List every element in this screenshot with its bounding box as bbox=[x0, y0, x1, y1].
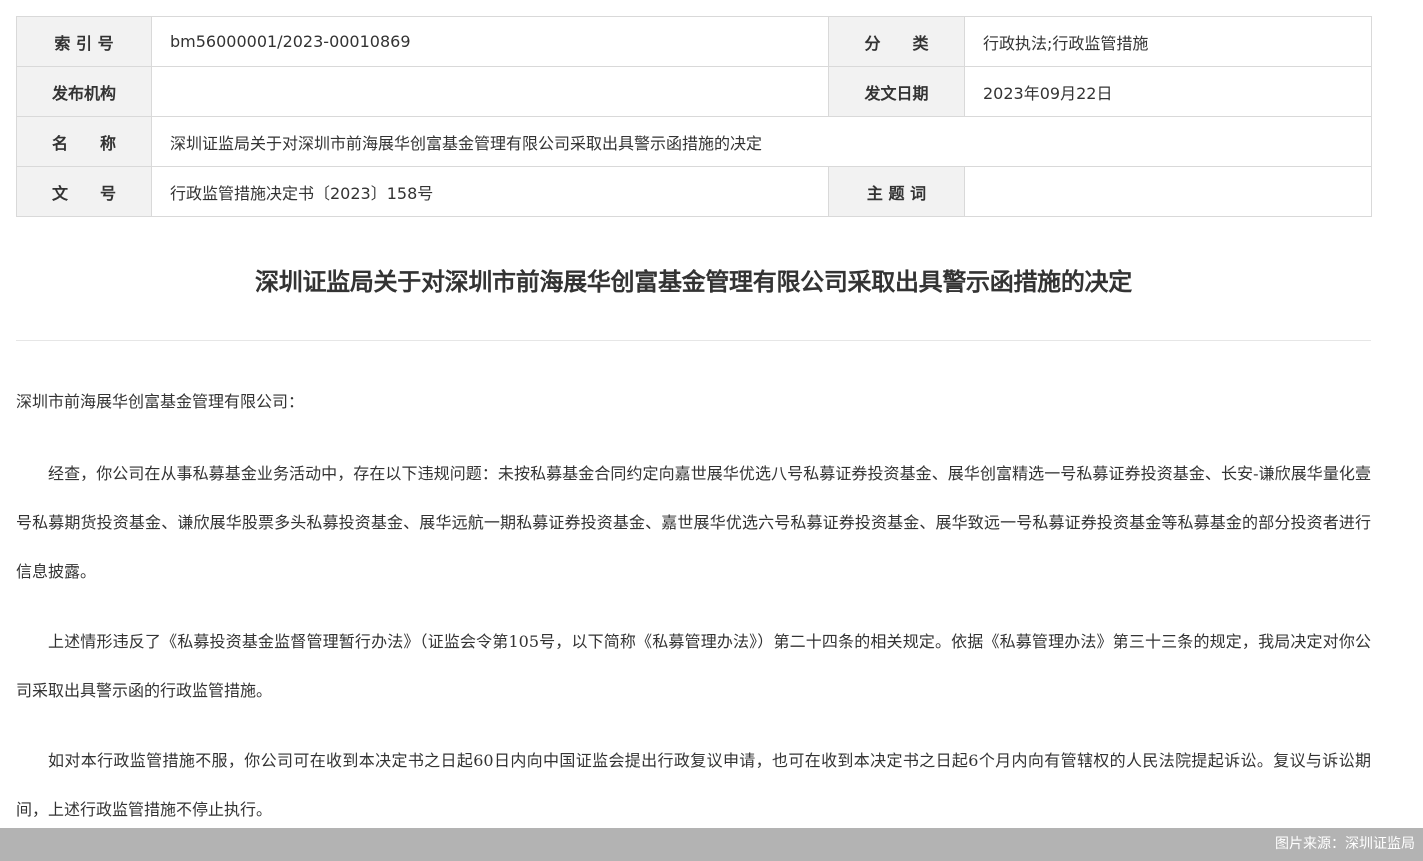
paragraph-legal-basis: 上述情形违反了《私募投资基金监督管理暂行办法》（证监会令第105号，以下简称《私… bbox=[16, 632, 1371, 700]
paragraph-appeal-rights: 如对本行政监管措施不服，你公司可在收到本决定书之日起60日内向中国证监会提出行政… bbox=[16, 751, 1371, 819]
document-metadata-table: 索 引 号 bm56000001/2023-00010869 分 类 行政执法;… bbox=[16, 16, 1372, 217]
image-source-caption: 图片来源：深圳证监局 bbox=[1275, 836, 1415, 852]
image-source-bar: 图片来源：深圳证监局 bbox=[0, 828, 1423, 861]
meta-row-publisher: 发布机构 发文日期 2023年09月22日 bbox=[16, 66, 1372, 117]
salutation: 深圳市前海展华创富基金管理有限公司： bbox=[16, 392, 305, 411]
category-label: 分 类 bbox=[828, 16, 965, 67]
paragraph-findings: 经查，你公司在从事私募基金业务活动中，存在以下违规问题：未按私募基金合同约定向嘉… bbox=[16, 464, 1371, 581]
category-value: 行政执法;行政监管措施 bbox=[964, 16, 1372, 67]
date-label: 发文日期 bbox=[828, 66, 965, 117]
document-title: 深圳证监局关于对深圳市前海展华创富基金管理有限公司采取出具警示函措施的决定 bbox=[255, 268, 1132, 296]
publisher-value bbox=[151, 66, 829, 117]
keywords-value bbox=[964, 166, 1372, 217]
meta-row-docno: 文 号 行政监管措施决定书〔2023〕158号 主 题 词 bbox=[16, 166, 1372, 217]
docno-value: 行政监管措施决定书〔2023〕158号 bbox=[151, 166, 829, 217]
index-label: 索 引 号 bbox=[16, 16, 152, 67]
meta-row-index: 索 引 号 bm56000001/2023-00010869 分 类 行政执法;… bbox=[16, 16, 1372, 67]
meta-row-name: 名 称 深圳证监局关于对深圳市前海展华创富基金管理有限公司采取出具警示函措施的决… bbox=[16, 116, 1372, 167]
keywords-label: 主 题 词 bbox=[828, 166, 965, 217]
title-divider bbox=[16, 340, 1371, 341]
name-label: 名 称 bbox=[16, 116, 152, 167]
name-value: 深圳证监局关于对深圳市前海展华创富基金管理有限公司采取出具警示函措施的决定 bbox=[151, 116, 1372, 167]
index-value: bm56000001/2023-00010869 bbox=[151, 16, 829, 67]
docno-label: 文 号 bbox=[16, 166, 152, 217]
publisher-label: 发布机构 bbox=[16, 66, 152, 117]
date-value: 2023年09月22日 bbox=[964, 66, 1372, 117]
